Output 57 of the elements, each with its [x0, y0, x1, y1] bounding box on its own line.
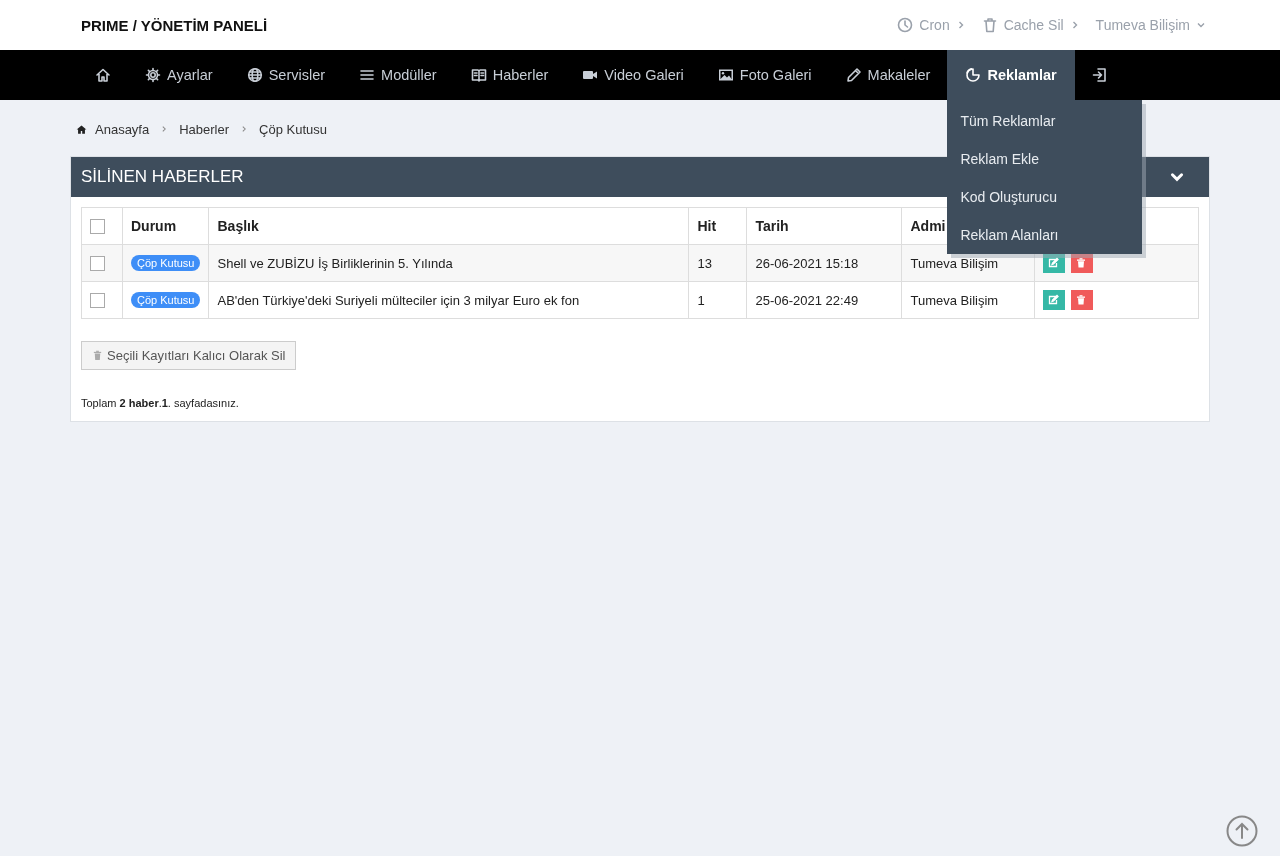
summary-text: Toplam 2 haber.1. sayfadasınız.	[81, 397, 240, 409]
table-cell: Tumeva Bilişim	[902, 281, 1035, 319]
logout-icon	[1091, 67, 1108, 83]
status-badge: Çöp Kutusu	[131, 255, 201, 271]
nav-tab[interactable]: Haberler	[453, 50, 566, 100]
arrow-up-icon[interactable]	[1226, 815, 1258, 847]
row-checkbox[interactable]	[90, 256, 105, 272]
menu-item[interactable]: Tüm Reklamlar	[947, 102, 1143, 140]
delete-selected-button[interactable]: Seçili Kayıtları Kalıcı Olarak Sil	[81, 341, 297, 370]
trash-icon	[1075, 294, 1088, 306]
pencil-icon	[845, 67, 862, 83]
table-cell: AB'den Türkiye'deki Suriyeli mülteciler için 3 milyar Euro ek fon	[209, 281, 689, 319]
row-checkbox[interactable]	[90, 293, 105, 309]
image-icon	[717, 67, 734, 83]
chevron-right-icon	[160, 125, 169, 133]
table-cell: Shell ve ZUBİZU İş Birliklerinin 5. Yılında	[209, 244, 689, 282]
nav-tab[interactable]: Makaleler	[828, 50, 948, 100]
column-header: Başlık	[209, 207, 689, 245]
settings-icon	[145, 67, 161, 83]
table-cell: 25-06-2021 22:49	[747, 281, 902, 319]
pie-chart-icon	[965, 67, 982, 83]
column-header: Tarih	[747, 207, 902, 245]
delete-button[interactable]	[1071, 253, 1094, 273]
clock-icon	[897, 17, 914, 33]
trash-icon	[1075, 257, 1088, 269]
table-cell: 26-06-2021 15:18	[747, 244, 902, 282]
table-cell: 1	[689, 281, 747, 319]
column-header: Durum	[122, 207, 209, 245]
chevron-right-icon	[240, 125, 249, 133]
menu-item[interactable]: Reklam Ekle	[947, 140, 1143, 178]
edit-icon	[1047, 294, 1060, 306]
nav-tab[interactable]: Modüller	[342, 50, 454, 100]
globe-icon	[246, 67, 263, 83]
edit-button[interactable]	[1043, 253, 1066, 273]
breadcrumb-link[interactable]: Haberler	[179, 121, 230, 137]
home-icon	[76, 123, 87, 135]
panel-title: SİLİNEN HABERLER	[81, 167, 244, 187]
book-icon	[470, 67, 487, 83]
nav-tab[interactable]: Foto Galeri	[700, 50, 829, 100]
menu-icon	[359, 67, 376, 83]
brand-title: PRIME / YÖNETİM PANELİ	[80, 16, 268, 34]
nav-tab[interactable]: Reklamlar	[947, 50, 1075, 100]
nav-tab[interactable]: Ayarlar	[128, 50, 230, 100]
breadcrumb-link[interactable]: Çöp Kutusu	[259, 121, 327, 137]
home-icon	[95, 67, 111, 83]
status-badge: Çöp Kutusu	[131, 292, 201, 308]
trash-icon	[92, 350, 103, 361]
trash-icon	[981, 17, 998, 33]
nav-tab[interactable]: Video Galeri	[565, 50, 701, 100]
edit-icon	[1047, 257, 1060, 269]
nav-tab[interactable]: Servisler	[229, 50, 343, 100]
table-cell: 13	[689, 244, 747, 282]
select-all-checkbox[interactable]	[90, 219, 105, 235]
column-header: Hit	[689, 207, 747, 245]
menu-item[interactable]: Kod Oluşturucu	[947, 178, 1143, 216]
chevron-down-icon	[1196, 20, 1206, 30]
breadcrumb-link[interactable]: Anasayfa	[95, 121, 150, 137]
